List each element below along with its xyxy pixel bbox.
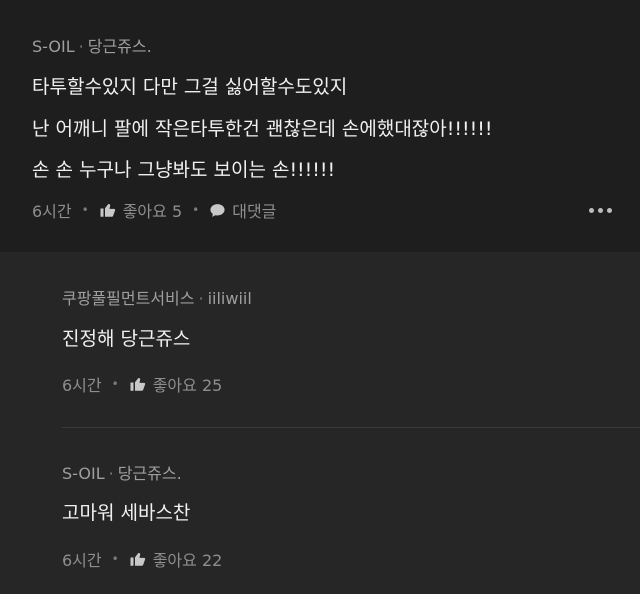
separator-dot: • (192, 203, 200, 217)
comment-text-line-3: 손 손 누구나 그냥봐도 보이는 손!!!!!! (32, 159, 336, 181)
reply-to-name[interactable]: 당근쥬스. (118, 464, 182, 483)
reply-divider (62, 427, 640, 428)
reply-text: 고마워 세바스찬 (62, 502, 191, 524)
reply-meta: S-OIL · 당근쥬스. (62, 464, 182, 483)
reply-to-name[interactable]: 당근쥬스. (88, 37, 152, 56)
thumbs-up-icon (129, 550, 147, 568)
reply-to-name[interactable]: iiliwiil (208, 289, 252, 308)
reply-time: 6시간 (62, 551, 102, 570)
reply-text: 진정해 당근쥬스 (62, 328, 191, 350)
reply-meta: 쿠팡풀필먼트서비스 · iiliwiil (62, 289, 252, 308)
separator-dot: • (111, 552, 119, 566)
like-count: 좋아요 5 (122, 202, 183, 221)
comment-text-line-1: 타투할수있지 다만 그걸 싫어할수도있지 (32, 76, 348, 98)
thumbs-up-icon (99, 201, 117, 219)
reply-author[interactable]: S-OIL (62, 464, 105, 483)
reply-footer: 6시간 • 좋아요 22 (62, 547, 222, 571)
separator-dot: • (111, 377, 119, 391)
reply-author[interactable]: 쿠팡풀필먼트서비스 (62, 289, 194, 308)
like-count: 좋아요 22 (152, 551, 223, 570)
like-count: 좋아요 25 (152, 376, 223, 395)
reply-time: 6시간 (62, 376, 102, 395)
reply-button[interactable]: 대댓글 (209, 198, 276, 222)
comment-time: 6시간 (32, 202, 72, 221)
separator-dot: • (81, 203, 89, 217)
thumbs-up-icon (129, 375, 147, 393)
reply-footer: 6시간 • 좋아요 25 (62, 372, 222, 396)
like-button[interactable]: 좋아요 5 (99, 198, 182, 222)
replies-section: 쿠팡풀필먼트서비스 · iiliwiil 진정해 당근쥬스 6시간 • 좋아요 25… (0, 252, 640, 594)
speech-bubble-icon (209, 202, 226, 219)
more-options-button[interactable] (589, 208, 612, 213)
like-button[interactable]: 좋아요 22 (129, 547, 223, 571)
like-button[interactable]: 좋아요 25 (129, 372, 223, 396)
reply-label: 대댓글 (232, 202, 277, 221)
comment-author[interactable]: S-OIL (32, 37, 75, 56)
comment-meta: S-OIL · 당근쥬스. (32, 37, 152, 56)
more-dots-icon (589, 208, 594, 213)
comment-text-line-2: 난 어깨니 팔에 작은타투한건 괜찮은데 손에했대잖아!!!!!! (32, 118, 493, 140)
comment-footer: 6시간 • 좋아요 5 • 대댓글 (32, 198, 276, 222)
main-comment: S-OIL · 당근쥬스. 타투할수있지 다만 그걸 싫어할수도있지 난 어깨니 팔… (0, 0, 640, 252)
